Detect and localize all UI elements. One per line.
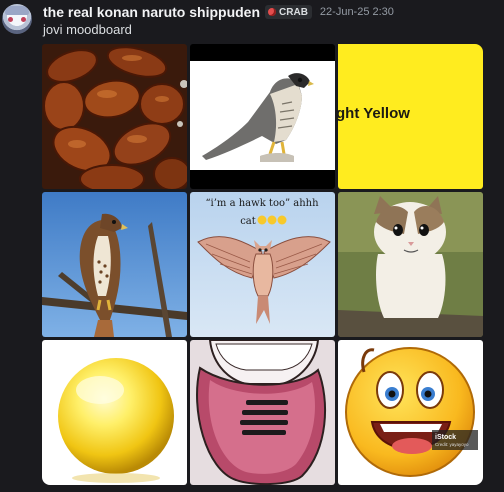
image-hawk-too-meme[interactable]: “i’m a hawk too” ahhh cat: [190, 192, 335, 337]
istock-credit: Credit: yayayoyo: [435, 442, 469, 447]
image-chicken-wings[interactable]: [42, 44, 187, 189]
image-yellow-orb[interactable]: [42, 340, 187, 485]
server-tag-label: CRAB: [279, 6, 308, 18]
message-timestamp[interactable]: 22-Jun-25 2:30: [320, 6, 394, 18]
message-header: the real konan naruto shippuden CRAB 22-…: [43, 3, 394, 21]
chat-message: the real konan naruto shippuden CRAB 22-…: [0, 0, 504, 492]
yellow-overlay-text: ght Yellow: [338, 105, 410, 122]
istock-watermark: iStock: [435, 434, 456, 441]
user-avatar[interactable]: [2, 4, 32, 34]
svg-text:cat: cat: [240, 216, 256, 227]
image-attachment-grid: ght Yellow “i’m a hawk too” ahhh cat iSt…: [42, 44, 483, 487]
crab-icon: [268, 8, 277, 16]
image-cartoon-tongue[interactable]: [190, 340, 335, 485]
message-content: jovi moodboard: [43, 22, 132, 37]
meme-caption-line1: “i’m a hawk too” ahhh: [205, 198, 319, 209]
server-tag-badge[interactable]: CRAB: [265, 5, 312, 19]
laughing-emoji-icon: [257, 215, 287, 225]
image-red-tailed-hawk[interactable]: [42, 192, 187, 337]
image-laughing-emoji[interactable]: iStock Credit: yayayoyo: [338, 340, 483, 485]
image-yellow-swatch[interactable]: ght Yellow: [338, 44, 483, 189]
image-cat[interactable]: [338, 192, 483, 337]
svg-text:“i’m a hawk too” ahhh: “i’m a hawk too” ahhh: [205, 198, 319, 209]
username[interactable]: the real konan naruto shippuden: [43, 4, 260, 20]
image-falcon[interactable]: [190, 44, 335, 189]
